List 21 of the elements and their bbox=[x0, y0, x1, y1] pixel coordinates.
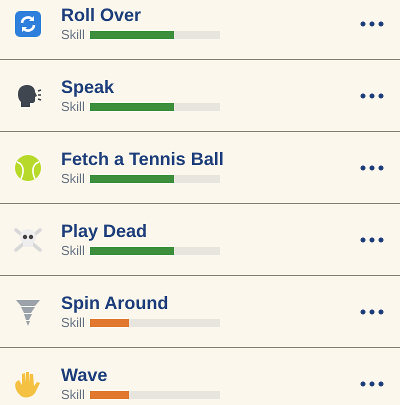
skill-label: Skill bbox=[61, 27, 85, 43]
more-icon bbox=[360, 308, 384, 314]
skill-label: Skill bbox=[61, 171, 85, 187]
skull-icon bbox=[13, 226, 43, 254]
refresh-icon bbox=[15, 10, 41, 36]
more-icon bbox=[360, 236, 384, 242]
skill-label: Skill bbox=[61, 99, 85, 115]
skill-name: Roll Over bbox=[61, 4, 142, 26]
skill-name: Speak bbox=[61, 76, 116, 98]
skill-label: Skill bbox=[61, 315, 85, 331]
more-icon bbox=[360, 92, 384, 98]
skill-name: Wave bbox=[61, 364, 108, 386]
more-icon bbox=[360, 164, 384, 170]
more-icon bbox=[360, 20, 384, 26]
skill-name: Play Dead bbox=[61, 220, 148, 242]
skill-label: Skill bbox=[61, 243, 85, 259]
skill-name: Spin Around bbox=[61, 292, 170, 314]
skill-label: Skill bbox=[61, 387, 85, 403]
more-icon bbox=[360, 380, 384, 386]
tennis-ball-icon bbox=[14, 154, 42, 182]
skill-name: Fetch a Tennis Ball bbox=[61, 148, 225, 170]
